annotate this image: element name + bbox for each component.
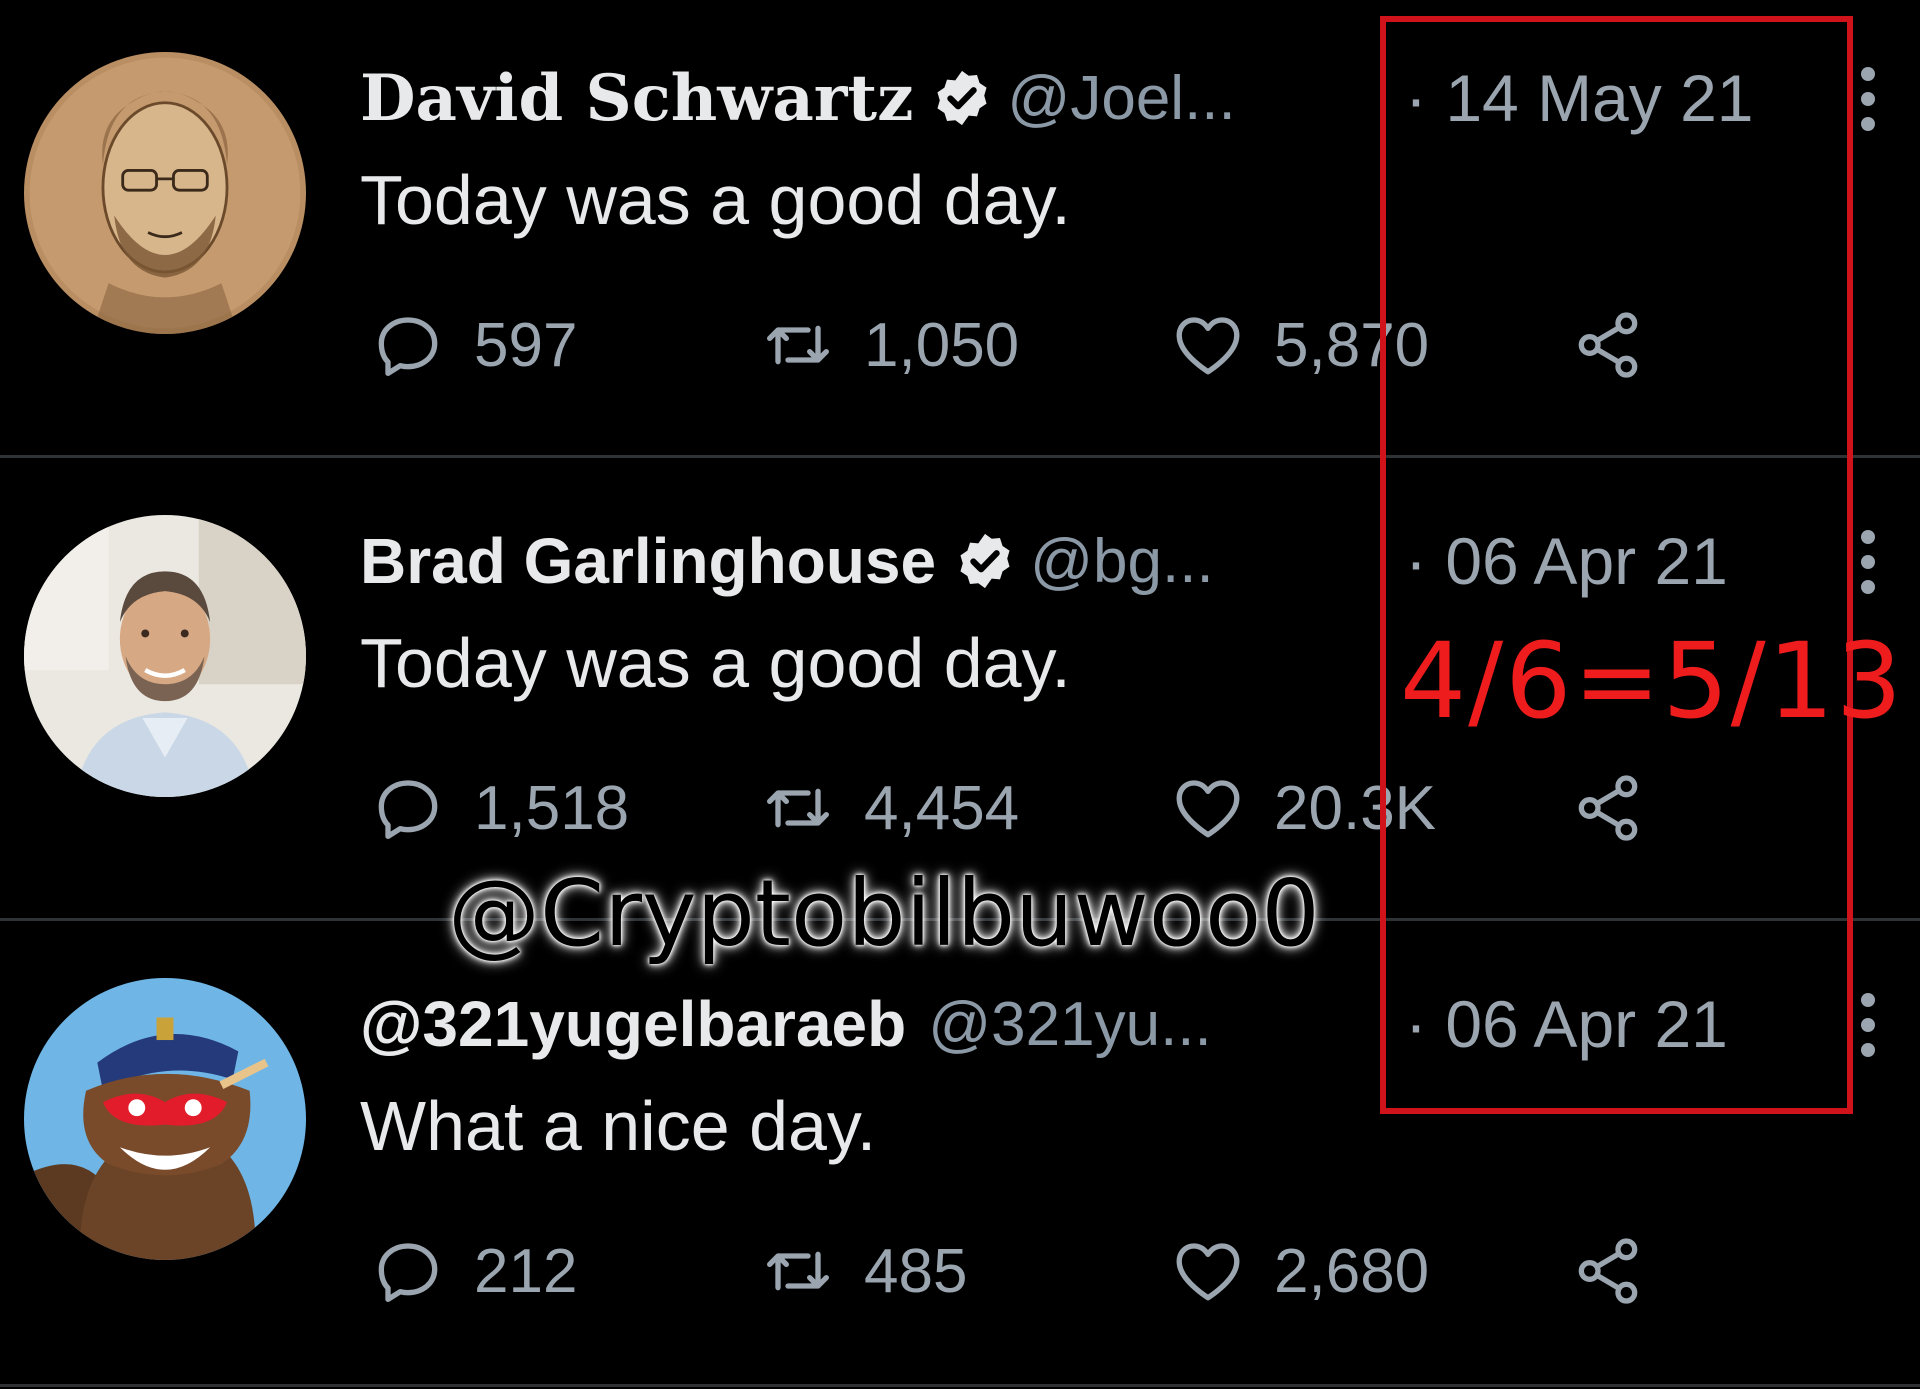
- share-icon: [1578, 1238, 1638, 1304]
- retweet-count: 485: [864, 1236, 968, 1306]
- tweet-text: Today was a good day.: [360, 624, 1071, 702]
- handle[interactable]: @Joel...: [1007, 63, 1235, 134]
- tweet-feed: David Schwartz @Joel... · 14 May 21 Toda…: [0, 0, 1920, 1389]
- retweet-icon: [767, 325, 829, 365]
- tweet-divider: [0, 1384, 1920, 1387]
- tweet-text: Today was a good day.: [360, 161, 1071, 239]
- retweet-icon: [767, 788, 829, 828]
- display-name[interactable]: David Schwartz: [360, 61, 913, 136]
- reply-icon: [378, 1243, 438, 1302]
- reply-icon: [378, 317, 438, 377]
- avatar[interactable]: [24, 978, 306, 1260]
- verified-badge-icon: [937, 70, 987, 126]
- avatar-cartoon-image: [24, 978, 306, 1260]
- heart-icon: [1176, 780, 1240, 838]
- retweet-count: 4,454: [864, 773, 1020, 843]
- avatar[interactable]: [24, 52, 306, 334]
- retweet-button[interactable]: 4,454: [758, 768, 1019, 848]
- tweet-text: What a nice day.: [360, 1087, 877, 1165]
- more-options-icon[interactable]: [1858, 64, 1878, 134]
- tweet-header: Brad Garlinghouse @bg...: [360, 521, 1214, 601]
- reply-count: 212: [474, 1236, 578, 1306]
- verified-badge-icon: [960, 533, 1010, 589]
- display-name[interactable]: @321yugelbaraeb: [360, 987, 906, 1061]
- reply-count: 1,518: [474, 773, 630, 843]
- avatar-sketch-image: [24, 52, 306, 334]
- like-button[interactable]: 2,680: [1168, 1231, 1429, 1311]
- avatar-photo-image: [24, 515, 306, 797]
- retweet-button[interactable]: 1,050: [758, 305, 1019, 385]
- like-count: 2,680: [1274, 1236, 1430, 1306]
- reply-button[interactable]: 1,518: [368, 768, 629, 848]
- reply-button[interactable]: 212: [368, 1231, 577, 1311]
- share-button[interactable]: [1568, 1231, 1648, 1311]
- tweet-actions: 212 485 2,680: [368, 1231, 1688, 1311]
- handle[interactable]: @bg...: [1030, 526, 1214, 597]
- handle[interactable]: @321yu...: [928, 989, 1212, 1060]
- more-options-icon[interactable]: [1858, 990, 1878, 1060]
- more-options-icon[interactable]: [1858, 527, 1878, 597]
- heart-icon: [1176, 1243, 1240, 1301]
- display-name[interactable]: Brad Garlinghouse: [360, 524, 936, 598]
- avatar[interactable]: [24, 515, 306, 797]
- retweet-button[interactable]: 485: [758, 1231, 967, 1311]
- reply-button[interactable]: 597: [368, 305, 577, 385]
- watermark: @Cryptobilbuwoo0: [448, 860, 1320, 967]
- reply-count: 597: [474, 310, 578, 380]
- retweet-icon: [767, 1251, 829, 1291]
- reply-icon: [378, 780, 438, 839]
- date-annotation: 4/6=5/13: [1400, 620, 1905, 742]
- retweet-count: 1,050: [864, 310, 1020, 380]
- tweet-header: @321yugelbaraeb @321yu...: [360, 984, 1212, 1064]
- tweet-header: David Schwartz @Joel...: [360, 58, 1236, 138]
- heart-icon: [1176, 317, 1240, 375]
- date-highlight-box: [1380, 16, 1853, 1114]
